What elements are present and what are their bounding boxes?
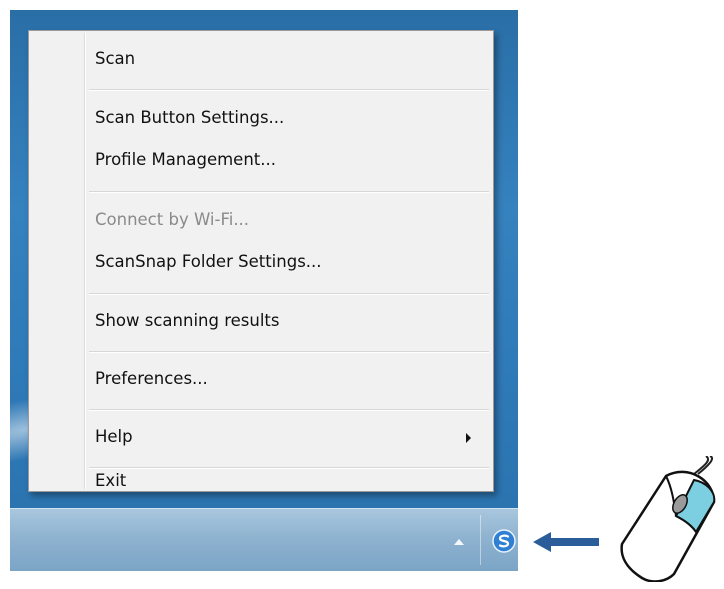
menu-item-label: Scan Button Settings... [95, 108, 285, 127]
menu-item-connect-by-wifi: Connect by Wi-Fi... [31, 201, 491, 241]
menu-item-scansnap-folder-settings[interactable]: ScanSnap Folder Settings... [31, 243, 491, 283]
menu-item-label: Profile Management... [95, 150, 276, 169]
menu-item-label: Scan [95, 49, 136, 68]
context-menu: Scan Scan Button Settings... Profile Man… [28, 30, 494, 492]
menu-item-help[interactable]: Help [31, 418, 491, 458]
menu-item-preferences[interactable]: Preferences... [31, 360, 491, 400]
screenshot-stage: Scan Scan Button Settings... Profile Man… [0, 0, 724, 589]
scansnap-manager-icon[interactable] [492, 529, 516, 553]
menu-separator [89, 409, 489, 411]
menu-separator [89, 467, 489, 469]
menu-item-profile-management[interactable]: Profile Management... [31, 141, 491, 181]
menu-item-label: Preferences... [95, 369, 208, 388]
taskbar-divider [480, 515, 481, 565]
left-arrow-icon [533, 532, 599, 552]
menu-item-label: ScanSnap Folder Settings... [95, 252, 322, 271]
menu-separator [89, 351, 489, 353]
menu-separator [89, 191, 489, 193]
menu-separator [89, 89, 489, 91]
menu-item-exit[interactable]: Exit [31, 471, 491, 491]
submenu-arrow-icon [466, 433, 471, 443]
menu-item-label: Exit [95, 471, 127, 490]
menu-separator [89, 293, 489, 295]
menu-item-scan[interactable]: Scan [31, 40, 491, 80]
menu-item-label: Show scanning results [95, 311, 280, 330]
menu-item-show-scanning-results[interactable]: Show scanning results [31, 302, 491, 342]
menu-item-label: Help [95, 427, 133, 446]
chevron-up-icon[interactable] [454, 539, 464, 545]
mouse-right-click-icon [620, 456, 716, 582]
menu-item-scan-button-settings[interactable]: Scan Button Settings... [31, 99, 491, 139]
menu-item-label: Connect by Wi-Fi... [95, 210, 250, 229]
taskbar [10, 508, 518, 571]
